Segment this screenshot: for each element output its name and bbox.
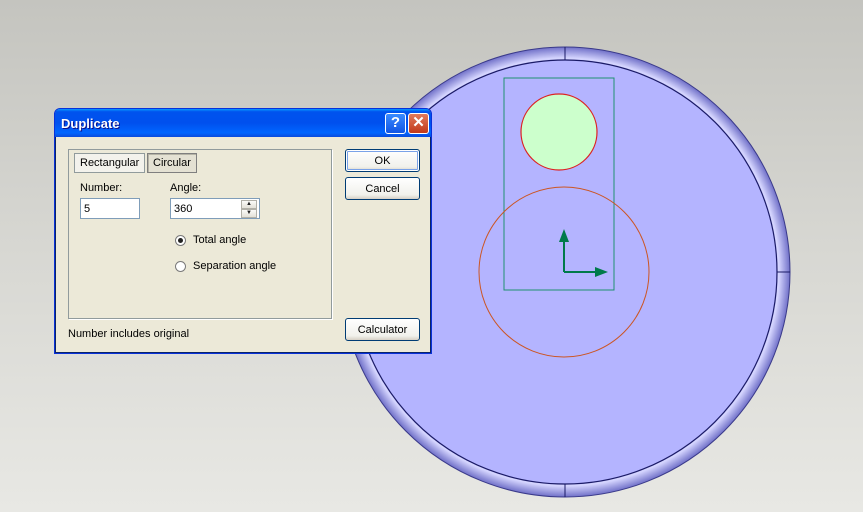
radio-total-angle[interactable]: Total angle	[175, 234, 246, 246]
hole-feature[interactable]	[520, 93, 598, 171]
radio-separation-angle[interactable]: Separation angle	[175, 260, 276, 272]
radio-separation-angle-label: Separation angle	[193, 260, 277, 272]
dialog-title: Duplicate	[61, 116, 120, 131]
footer-note: Number includes original	[68, 328, 190, 340]
help-button[interactable]: ?	[385, 113, 406, 134]
triangle-down-icon: ▼	[246, 210, 252, 216]
number-label: Number:	[80, 182, 123, 194]
spin-up-button[interactable]: ▲	[241, 200, 257, 209]
question-icon: ?	[390, 114, 401, 131]
spin-down-button[interactable]: ▼	[241, 209, 257, 218]
angle-label: Angle:	[170, 182, 202, 194]
tab-circular[interactable]: Circular	[147, 153, 197, 173]
triangle-up-icon: ▲	[246, 201, 252, 207]
calculator-button[interactable]: Calculator	[345, 318, 420, 341]
angle-spinner: ▲ ▼	[241, 200, 258, 218]
radio-separation-angle-dot[interactable]	[175, 260, 186, 272]
number-input[interactable]	[80, 198, 140, 219]
dialog-titlebar[interactable]: Duplicate ? ✕	[55, 109, 431, 137]
radio-total-angle-label: Total angle	[193, 234, 247, 246]
duplicate-dialog: Duplicate ? ✕ Rectangular Circular Numbe…	[54, 108, 432, 354]
cancel-button[interactable]: Cancel	[345, 177, 420, 200]
tab-rectangular[interactable]: Rectangular	[74, 153, 146, 173]
close-icon: ✕	[412, 114, 425, 131]
radio-total-angle-dot[interactable]	[175, 234, 186, 246]
ok-button[interactable]: OK	[345, 149, 420, 172]
close-button[interactable]: ✕	[408, 113, 429, 134]
